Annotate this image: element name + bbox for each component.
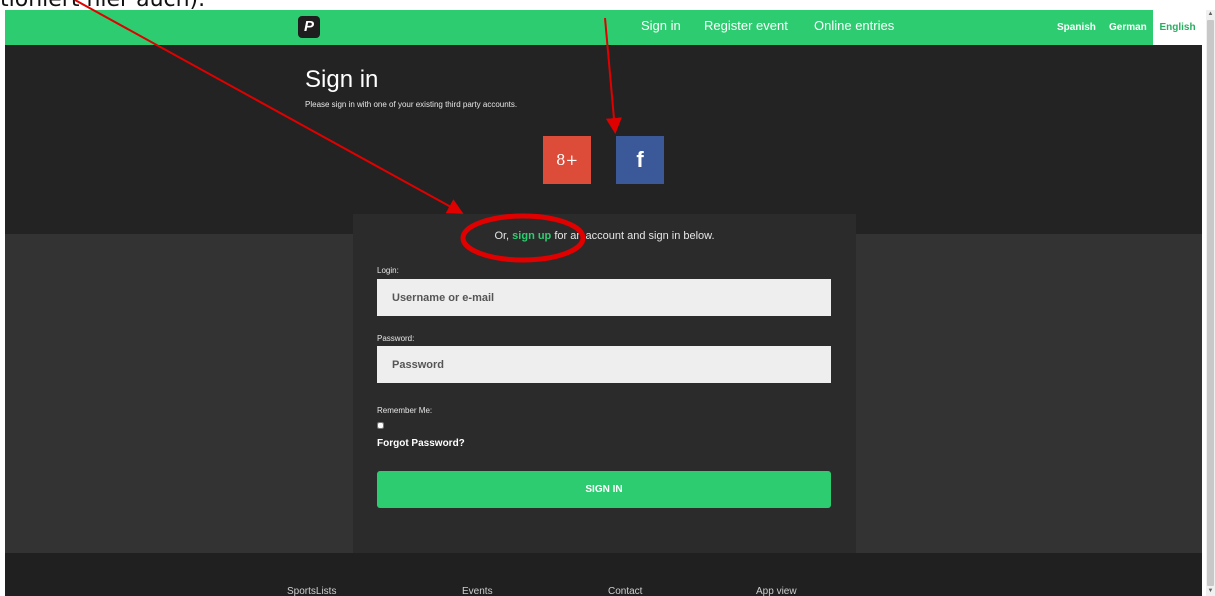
footer-link-sportslists[interactable]: SportsLists [287, 586, 336, 596]
language-english-active[interactable]: English [1153, 10, 1202, 45]
facebook-icon: f [636, 147, 644, 172]
site-logo-icon[interactable]: P [298, 16, 320, 38]
scroll-down-arrow-icon[interactable]: ▼ [1206, 587, 1215, 596]
login-input[interactable] [377, 279, 831, 316]
scroll-up-arrow-icon[interactable]: ▲ [1206, 10, 1215, 19]
nav-link-register-event[interactable]: Register event [704, 10, 788, 45]
page-subtitle: Please sign in with one of your existing… [305, 100, 518, 109]
language-spanish[interactable]: Spanish [1057, 10, 1096, 45]
top-navbar: P Sign in Register event Online entries … [5, 10, 1202, 45]
footer-link-contact[interactable]: Contact [608, 586, 642, 596]
signup-prompt-prefix: Or, [494, 230, 513, 242]
scrollbar-thumb[interactable] [1207, 20, 1214, 586]
sign-in-hero: Sign in Please sign in with one of your … [5, 45, 1202, 234]
google-plus-icon: 8+ [555, 151, 579, 169]
footer-link-events[interactable]: Events [462, 586, 493, 596]
site-footer: SportsLists Events Contact App view [5, 553, 1202, 596]
signup-prompt: Or, sign up for an account and sign in b… [353, 230, 856, 242]
remember-me-label: Remember Me: [377, 406, 433, 415]
password-label: Password: [377, 334, 415, 343]
sign-in-submit-button[interactable]: SIGN IN [377, 471, 831, 508]
login-label: Login: [377, 266, 399, 275]
signup-prompt-suffix: for an account and sign in below. [551, 230, 715, 242]
nav-link-sign-in[interactable]: Sign in [641, 10, 681, 45]
google-plus-signin-button[interactable]: 8+ [543, 136, 591, 184]
page-title: Sign in [305, 66, 379, 93]
web-page: P Sign in Register event Online entries … [5, 10, 1202, 596]
remember-me-checkbox[interactable] [377, 422, 384, 429]
nav-link-online-entries[interactable]: Online entries [814, 10, 894, 45]
footer-link-app-view[interactable]: App view [756, 586, 797, 596]
facebook-signin-button[interactable]: f [616, 136, 664, 184]
sign-up-link[interactable]: sign up [512, 230, 551, 242]
password-input[interactable] [377, 346, 831, 383]
forgot-password-link[interactable]: Forgot Password? [377, 438, 465, 449]
sign-in-card: Or, sign up for an account and sign in b… [353, 214, 856, 553]
language-german[interactable]: German [1109, 10, 1147, 45]
page-scrollbar[interactable]: ▲ ▼ [1206, 10, 1215, 596]
